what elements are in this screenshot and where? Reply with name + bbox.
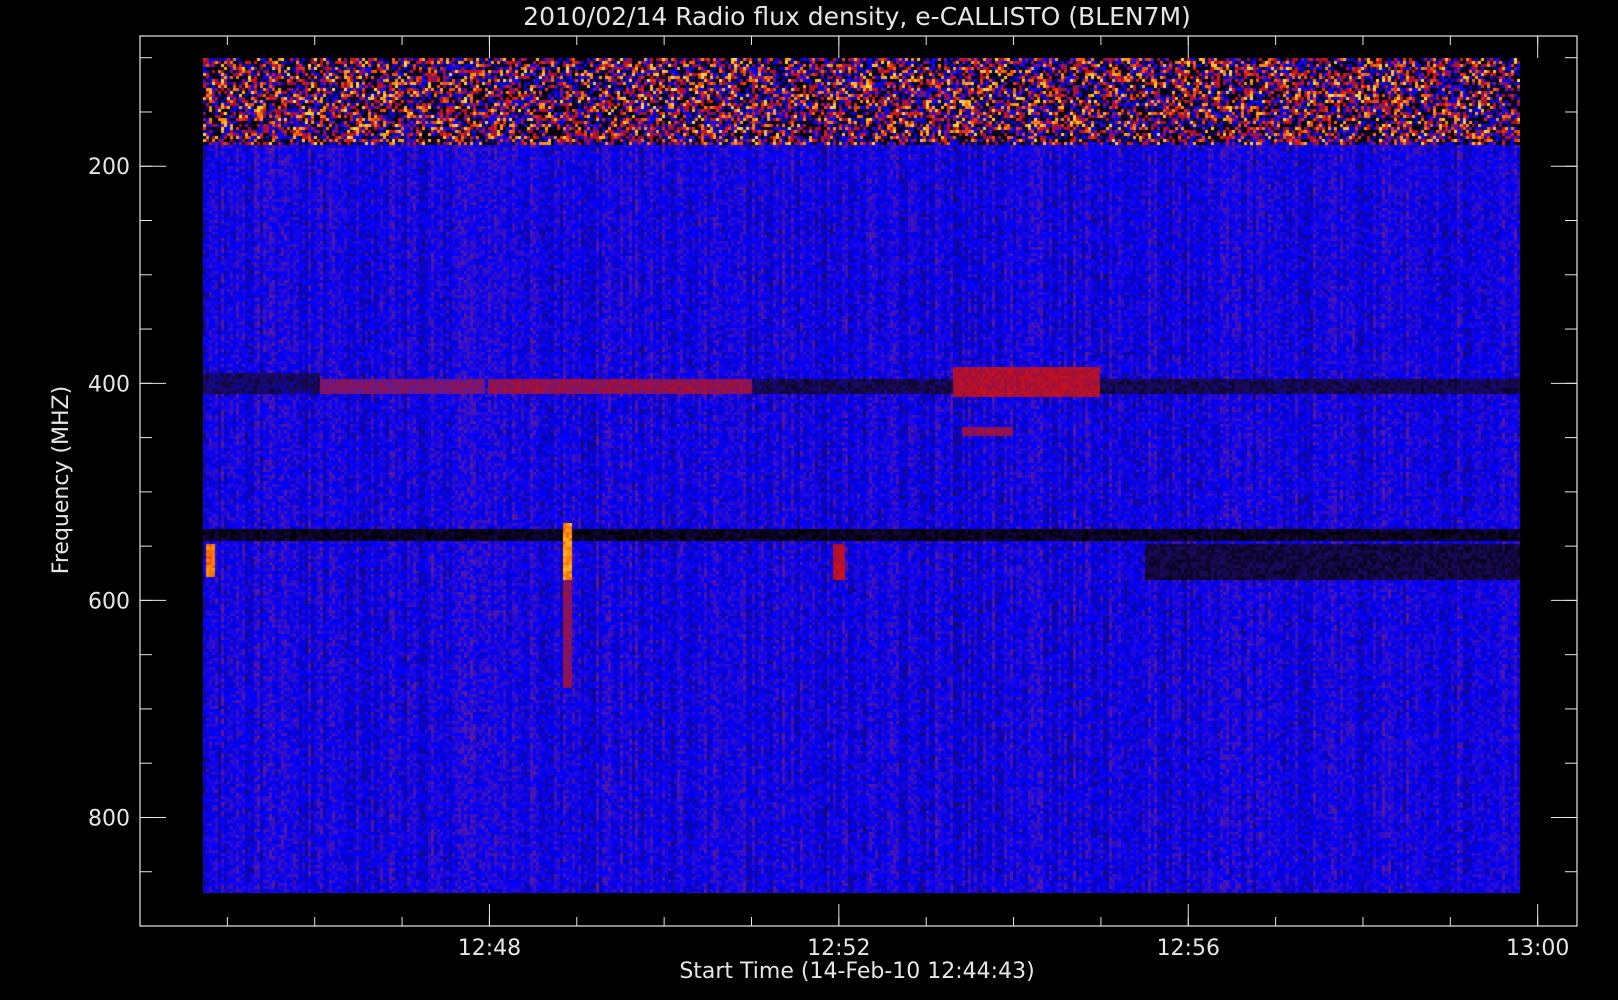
- x-tick-label: 12:48: [458, 936, 521, 961]
- y-tick-label: 200: [88, 155, 130, 180]
- x-axis-label: Start Time (14-Feb-10 12:44:43): [679, 959, 1034, 984]
- chart-title: 2010/02/14 Radio flux density, e-CALLIST…: [523, 2, 1191, 31]
- x-tick-label: 13:00: [1506, 936, 1569, 961]
- spectrogram-heatmap: [203, 58, 1520, 893]
- x-tick-label: 12:52: [807, 936, 870, 961]
- x-tick-label: 12:56: [1157, 936, 1220, 961]
- spectrogram-chart: 12:48 12:52 12:56 13:00 200 400 600 800 2010/02…: [49, 2, 1578, 984]
- heatmap-image: [203, 58, 1520, 893]
- y-tick-label: 400: [88, 372, 130, 397]
- y-axis-label: Frequency (MHZ): [49, 386, 74, 574]
- y-tick-label: 800: [88, 806, 130, 831]
- y-tick-label: 600: [88, 589, 130, 614]
